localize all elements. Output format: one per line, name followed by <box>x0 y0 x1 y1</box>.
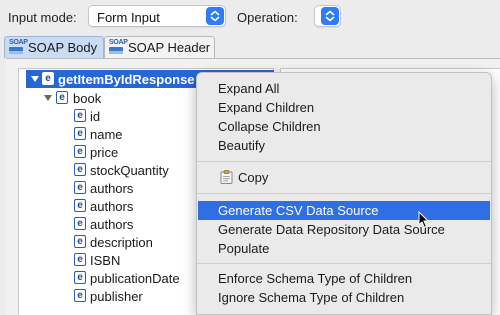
element-icon: e <box>74 235 86 248</box>
tab-soap-header[interactable]: SOAP SOAP Header <box>104 36 215 58</box>
tree-node-field[interactable]: e authors <box>72 197 192 215</box>
tree-node-label: authors <box>90 199 134 214</box>
menu-separator <box>197 161 491 162</box>
input-mode-label: Input mode: <box>8 10 77 25</box>
element-icon: e <box>74 127 86 140</box>
menu-separator <box>197 193 491 194</box>
menu-separator <box>197 263 491 264</box>
tree-node-field[interactable]: e stockQuantity <box>72 161 192 179</box>
element-icon: e <box>74 145 86 158</box>
tab-soap-body[interactable]: SOAP SOAP Body <box>4 36 104 58</box>
tree-node-label: ISBN <box>90 253 121 268</box>
operation-label: Operation: <box>237 10 298 25</box>
menu-item-expand-all[interactable]: Expand All <box>198 79 490 98</box>
element-icon: e <box>74 109 86 122</box>
tree-node-book[interactable]: e book <box>40 89 190 107</box>
context-menu: Expand All Expand Children Collapse Chil… <box>196 72 492 315</box>
soap-icon: SOAP <box>9 39 28 54</box>
tree-node-field[interactable]: e name <box>72 125 192 143</box>
menu-item-ignore-schema-type[interactable]: Ignore Schema Type of Children <box>198 288 490 307</box>
element-icon: e <box>42 72 54 85</box>
menu-item-generate-data-repository-data-source[interactable]: Generate Data Repository Data Source <box>198 220 490 239</box>
operation-select[interactable] <box>314 5 341 27</box>
tree-node-label: publicationDate <box>90 271 180 286</box>
disclosure-open-icon[interactable] <box>43 93 53 103</box>
toolbar: Input mode: Form Input Operation: <box>0 0 500 34</box>
tree-node-field[interactable]: e authors <box>72 215 192 233</box>
tree-node-field[interactable]: e publisher <box>72 287 192 305</box>
tree-node-field[interactable]: e publicationDate <box>72 269 192 287</box>
menu-item-expand-children[interactable]: Expand Children <box>198 98 490 117</box>
element-icon: e <box>74 181 86 194</box>
menu-item-label: Copy <box>238 170 269 185</box>
tree-node-label: authors <box>90 217 134 232</box>
tree-node-field[interactable]: e authors <box>72 179 192 197</box>
element-icon: e <box>74 217 86 230</box>
tree-node-label: stockQuantity <box>90 163 169 178</box>
mouse-cursor-icon <box>418 211 430 229</box>
input-mode-select[interactable]: Form Input <box>88 5 226 27</box>
tab-bar: SOAP SOAP Body SOAP SOAP Header <box>4 36 500 58</box>
element-icon: e <box>56 91 68 104</box>
tree-node-field[interactable]: e ISBN <box>72 251 192 269</box>
tree-node-label: price <box>90 145 119 160</box>
input-mode-value: Form Input <box>97 10 160 25</box>
element-icon: e <box>74 289 86 302</box>
soap-icon: SOAP <box>109 39 128 54</box>
menu-item-populate[interactable]: Populate <box>198 239 490 258</box>
element-icon: e <box>74 253 86 266</box>
menu-item-generate-csv-data-source[interactable]: Generate CSV Data Source <box>198 201 490 220</box>
tree-node-field[interactable]: e price <box>72 143 192 161</box>
tree-node-label: id <box>90 109 101 124</box>
tree-node-label: authors <box>90 181 134 196</box>
tree-node-label: description <box>90 235 153 250</box>
tree-node-field[interactable]: e id <box>72 107 192 125</box>
chevron-updown-icon <box>321 7 339 25</box>
menu-item-enforce-schema-type[interactable]: Enforce Schema Type of Children <box>198 269 490 288</box>
tab-label: SOAP Body <box>28 40 98 55</box>
tree-node-label: book <box>73 91 102 106</box>
menu-item-copy[interactable]: Copy <box>198 168 490 187</box>
tree-node-label: publisher <box>90 289 143 304</box>
disclosure-open-icon[interactable] <box>30 74 40 84</box>
menu-item-beautify[interactable]: Beautify <box>198 136 490 155</box>
tree-node-field[interactable]: e description <box>72 233 192 251</box>
element-icon: e <box>74 199 86 212</box>
element-icon: e <box>74 163 86 176</box>
chevron-updown-icon <box>206 7 224 25</box>
element-icon: e <box>74 271 86 284</box>
clipboard-icon <box>220 170 233 184</box>
tree-node-label: getItemByIdResponse <box>58 72 195 87</box>
tab-label: SOAP Header <box>128 40 211 55</box>
tree-node-label: name <box>90 127 123 142</box>
menu-item-collapse-children[interactable]: Collapse Children <box>198 117 490 136</box>
